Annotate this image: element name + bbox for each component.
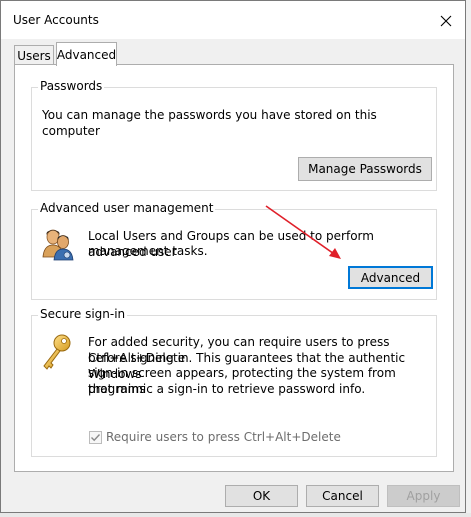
tab-advanced-label: Advanced (56, 47, 117, 62)
secure-signin-title: Secure sign-in (38, 307, 128, 321)
apply-button[interactable]: Apply (387, 485, 460, 507)
tab-advanced[interactable]: Advanced (56, 42, 117, 66)
checkmark-icon (91, 434, 101, 442)
require-ctrl-alt-delete-checkbox[interactable] (89, 431, 102, 444)
cancel-label: Cancel (322, 489, 363, 503)
advanced-user-management-title: Advanced user management (38, 201, 216, 215)
apply-label: Apply (406, 489, 441, 503)
ok-button[interactable]: OK (225, 485, 298, 507)
users-icon (42, 229, 74, 261)
secure-signin-line4: that mimic a sign-in to retrieve passwor… (88, 382, 366, 396)
background-window-edge-bottom (0, 513, 471, 517)
close-button[interactable] (429, 7, 463, 35)
window-title: User Accounts (13, 13, 99, 27)
tab-users[interactable]: Users (14, 45, 54, 65)
passwords-group: Passwords You can manage the passwords y… (31, 79, 437, 191)
ok-label: OK (252, 489, 271, 503)
advanced-tab-panel: Passwords You can manage the passwords y… (14, 64, 454, 472)
passwords-group-title: Passwords (38, 79, 105, 93)
advanced-button[interactable]: Advanced (348, 266, 433, 289)
tab-users-label: Users (17, 48, 51, 63)
passwords-description: You can manage the passwords you have st… (42, 108, 377, 138)
title-bar: User Accounts (1, 1, 465, 39)
manage-passwords-label: Manage Passwords (308, 162, 422, 176)
advanced-user-management-group: Advanced user management Local Users and… (31, 201, 437, 300)
manage-passwords-button[interactable]: Manage Passwords (298, 157, 432, 181)
close-icon (440, 15, 452, 27)
advanced-button-label: Advanced (360, 270, 421, 285)
user-accounts-dialog: User Accounts Users Advanced Passwords Y… (0, 0, 466, 513)
cancel-button[interactable]: Cancel (306, 485, 379, 507)
key-icon (43, 334, 71, 370)
background-window-edge (466, 0, 471, 517)
require-ctrl-alt-delete-label: Require users to press Ctrl+Alt+Delete (106, 430, 341, 444)
advanced-user-management-line2: management tasks. (88, 244, 208, 258)
secure-signin-group: Secure sign-in For added security, you c… (31, 307, 437, 457)
